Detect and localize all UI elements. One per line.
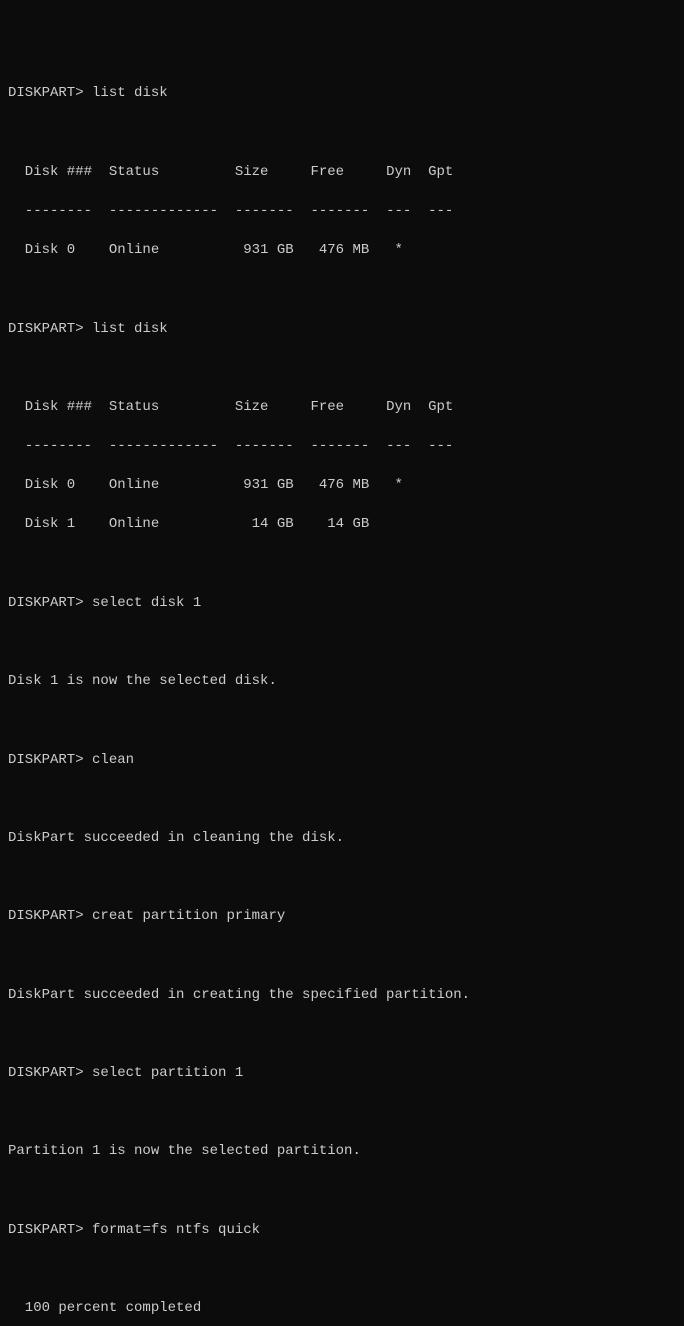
cmd-line-clean: DISKPART> clean <box>8 751 676 771</box>
table-divider-row: -------- ------------- ------- ------- -… <box>8 202 676 222</box>
blank-line <box>8 124 676 144</box>
blank-line <box>8 1025 676 1045</box>
prompt: DISKPART> <box>8 1222 84 1238</box>
col-status: Status <box>92 399 159 415</box>
cmd-line-list-disk-1: DISKPART> list disk <box>8 84 676 104</box>
blank-line <box>8 947 676 967</box>
div-size: ------- <box>218 438 294 454</box>
cell-disk-num: Disk 0 <box>8 477 75 493</box>
command-text: format=fs ntfs quick <box>92 1222 260 1238</box>
col-disk-num: Disk ### <box>8 164 92 180</box>
cell-disk-num: Disk 1 <box>8 516 75 532</box>
command-text: list disk <box>92 321 168 337</box>
table-header-row: Disk ### Status Size Free Dyn Gpt <box>8 398 676 418</box>
div-status: ------------- <box>92 203 218 219</box>
blank-line <box>8 633 676 653</box>
cmd-line-list-disk-2: DISKPART> list disk <box>8 320 676 340</box>
cell-size: 14 GB <box>159 516 293 532</box>
output-progress: 100 percent completed <box>8 1299 676 1319</box>
cell-free: 476 MB <box>294 477 370 493</box>
prompt: DISKPART> <box>8 1065 84 1081</box>
prompt: DISKPART> <box>8 752 84 768</box>
blank-line <box>8 555 676 575</box>
col-free: Free <box>268 164 344 180</box>
output-message: DiskPart succeeded in creating the speci… <box>8 986 676 1006</box>
output-message: Disk 1 is now the selected disk. <box>8 672 676 692</box>
blank-line <box>8 359 676 379</box>
col-gpt: Gpt <box>411 164 453 180</box>
div-free: ------- <box>294 203 370 219</box>
div-dyn: --- <box>369 203 411 219</box>
cell-size: 931 GB <box>159 242 293 258</box>
blank-line <box>8 280 676 300</box>
col-disk-num: Disk ### <box>8 399 92 415</box>
cell-free: 476 MB <box>294 242 370 258</box>
cmd-line-select-partition: DISKPART> select partition 1 <box>8 1064 676 1084</box>
col-dyn: Dyn <box>344 399 411 415</box>
blank-line <box>8 1103 676 1123</box>
cell-free: 14 GB <box>294 516 370 532</box>
col-status: Status <box>92 164 159 180</box>
col-gpt: Gpt <box>411 399 453 415</box>
blank-line <box>8 711 676 731</box>
cell-status: Online <box>75 242 159 258</box>
cmd-line-create-partition: DISKPART> creat partition primary <box>8 907 676 927</box>
col-size: Size <box>159 399 268 415</box>
div-dyn: --- <box>369 438 411 454</box>
blank-line <box>8 1260 676 1280</box>
cmd-line-format: DISKPART> format=fs ntfs quick <box>8 1221 676 1241</box>
blank-line <box>8 868 676 888</box>
command-text: select partition 1 <box>92 1065 243 1081</box>
cell-status: Online <box>75 477 159 493</box>
div-size: ------- <box>218 203 294 219</box>
col-dyn: Dyn <box>344 164 411 180</box>
div-gpt: --- <box>411 438 453 454</box>
table-divider-row: -------- ------------- ------- ------- -… <box>8 437 676 457</box>
table-row: Disk 0 Online 931 GB 476 MB * <box>8 476 676 496</box>
div-gpt: --- <box>411 203 453 219</box>
output-message: Partition 1 is now the selected partitio… <box>8 1142 676 1162</box>
command-text: creat partition primary <box>92 908 285 924</box>
div-free: ------- <box>294 438 370 454</box>
blank-line <box>8 1182 676 1202</box>
prompt: DISKPART> <box>8 321 84 337</box>
prompt: DISKPART> <box>8 85 84 101</box>
prompt: DISKPART> <box>8 595 84 611</box>
command-text: list disk <box>92 85 168 101</box>
prompt: DISKPART> <box>8 908 84 924</box>
cell-disk-num: Disk 0 <box>8 242 75 258</box>
div-status: ------------- <box>92 438 218 454</box>
col-free: Free <box>268 399 344 415</box>
table-row: Disk 0 Online 931 GB 476 MB * <box>8 241 676 261</box>
command-text: clean <box>92 752 134 768</box>
cmd-line-select-disk: DISKPART> select disk 1 <box>8 594 676 614</box>
table-header-row: Disk ### Status Size Free Dyn Gpt <box>8 163 676 183</box>
table-row: Disk 1 Online 14 GB 14 GB <box>8 515 676 535</box>
cell-dyn: * <box>369 242 403 258</box>
output-message: DiskPart succeeded in cleaning the disk. <box>8 829 676 849</box>
cell-status: Online <box>75 516 159 532</box>
command-text: select disk 1 <box>92 595 201 611</box>
div-disk-num: -------- <box>8 203 92 219</box>
cell-dyn: * <box>369 477 403 493</box>
col-size: Size <box>159 164 268 180</box>
div-disk-num: -------- <box>8 438 92 454</box>
blank-line <box>8 790 676 810</box>
cell-size: 931 GB <box>159 477 293 493</box>
